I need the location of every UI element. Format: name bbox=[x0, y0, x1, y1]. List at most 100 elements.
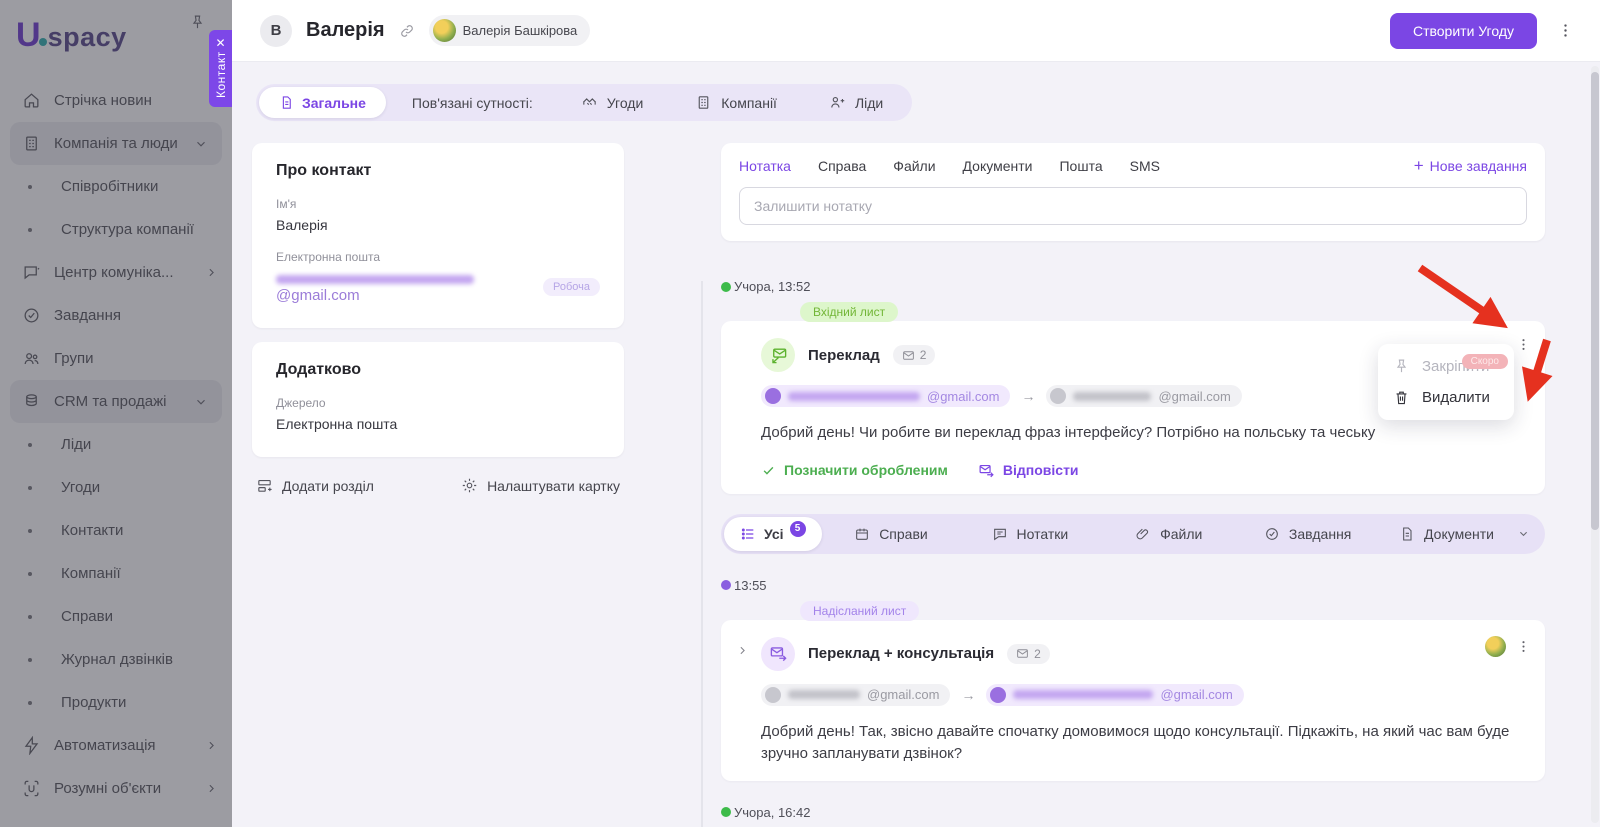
soon-badge: Скоро bbox=[1461, 354, 1508, 369]
filter-activities[interactable]: Справи bbox=[822, 526, 961, 542]
card-title: Про контакт bbox=[276, 162, 372, 179]
page-title: Валерія bbox=[306, 19, 385, 41]
mail-count-chip: 2 bbox=[1007, 643, 1050, 664]
composer-tab-mail[interactable]: Пошта bbox=[1059, 158, 1102, 174]
timeline-entry-time: Учора, 13:52 bbox=[721, 279, 1545, 294]
mail-count-chip: 2 bbox=[892, 345, 936, 365]
source-field-label: Джерело bbox=[276, 396, 326, 410]
check-circle-icon bbox=[1264, 526, 1280, 542]
sidebar: Uspacy Стрічка новин Компанія та люди Сп… bbox=[0, 0, 232, 827]
sender-email-chip[interactable]: @gmail.com bbox=[761, 385, 1011, 407]
incoming-mail-icon bbox=[761, 338, 795, 372]
arrow-right-icon: → bbox=[1021, 388, 1036, 404]
tab-general[interactable]: Загальне bbox=[259, 87, 386, 118]
email-body-preview[interactable]: Добрий день! Чи робите ви переклад фраз … bbox=[761, 422, 1523, 445]
contact-panel-tab[interactable]: ✕ Контакт bbox=[209, 30, 232, 107]
note-input[interactable] bbox=[739, 187, 1527, 225]
recipient-email-chip[interactable]: @gmail.com bbox=[1046, 385, 1242, 407]
timeline-dot-incoming bbox=[721, 807, 731, 817]
about-contact-card: Про контакт Ім'я Валерія Електронна пошт… bbox=[252, 143, 624, 328]
lead-icon bbox=[829, 94, 846, 111]
entry-context-menu: Закріпити Скоро Видалити bbox=[1378, 344, 1514, 420]
timeline-dot-incoming bbox=[721, 281, 731, 292]
email-subject[interactable]: Переклад + консультація bbox=[808, 645, 994, 662]
composer-tab-documents[interactable]: Документи bbox=[963, 158, 1033, 174]
pin-icon bbox=[1393, 358, 1410, 375]
sender-email-chip[interactable]: @gmail.com bbox=[761, 683, 951, 706]
composer-tab-files[interactable]: Файли bbox=[893, 158, 935, 174]
timeline-rail bbox=[701, 281, 703, 827]
recipient-email-chip[interactable]: @gmail.com bbox=[986, 683, 1244, 706]
contact-content: Загальне Пов'язані сутності: Угоди Компа… bbox=[232, 62, 1600, 827]
activity-composer: Нотатка Справа Файли Документи Пошта SMS… bbox=[721, 143, 1545, 241]
email-field-label: Електронна пошта bbox=[276, 250, 381, 264]
timeline-column: Нотатка Справа Файли Документи Пошта SMS… bbox=[697, 143, 1545, 827]
composer-tab-activity[interactable]: Справа bbox=[818, 158, 866, 174]
name-field-value[interactable]: Валерія bbox=[276, 217, 600, 233]
expand-chevron-icon[interactable] bbox=[736, 644, 749, 657]
owner-avatar bbox=[432, 19, 456, 42]
gear-icon bbox=[461, 477, 478, 494]
scrollbar-thumb[interactable] bbox=[1591, 72, 1599, 530]
author-avatar bbox=[1485, 635, 1506, 657]
check-icon bbox=[763, 466, 774, 474]
redacted-email bbox=[276, 274, 474, 284]
mail-icon bbox=[1017, 649, 1028, 658]
doc-icon bbox=[282, 96, 291, 109]
owner-chip[interactable]: Валерія Башкірова bbox=[428, 15, 591, 46]
entry-kebab-icon[interactable] bbox=[1516, 337, 1531, 352]
panel-tab-label: Контакт bbox=[213, 51, 228, 99]
email-field-row[interactable]: @gmail.com Робоча bbox=[276, 270, 600, 304]
add-section-button[interactable]: Додати розділ bbox=[256, 477, 374, 494]
context-menu-delete[interactable]: Видалити bbox=[1378, 382, 1514, 413]
building-icon bbox=[695, 94, 712, 111]
timeline-filter-bar: Усі 5 Справи Нотатки Файли Завдання Докум… bbox=[721, 513, 1545, 554]
calendar-icon bbox=[854, 526, 870, 542]
contact-info-column: Про контакт Ім'я Валерія Електронна пошт… bbox=[252, 143, 624, 827]
mark-processed-button[interactable]: Позначити обробленим bbox=[761, 462, 948, 478]
filter-tasks[interactable]: Завдання bbox=[1238, 526, 1377, 542]
header-kebab-icon[interactable] bbox=[1557, 22, 1574, 39]
composer-tab-sms[interactable]: SMS bbox=[1130, 158, 1160, 174]
filter-notes[interactable]: Нотатки bbox=[960, 526, 1099, 542]
filter-documents[interactable]: Документи bbox=[1377, 526, 1516, 542]
source-field-value[interactable]: Електронна пошта bbox=[276, 416, 600, 432]
app-window: Uspacy Стрічка новин Компанія та люди Сп… bbox=[0, 0, 1600, 827]
contact-avatar: В bbox=[260, 14, 292, 47]
chevron-down-icon[interactable] bbox=[1516, 526, 1531, 541]
additional-card: Додатково Джерело Електронна пошта bbox=[252, 342, 624, 457]
timeline-dot-outgoing bbox=[721, 580, 731, 590]
entry-type-badge: Надісланий лист bbox=[800, 600, 920, 621]
tab-leads[interactable]: Ліди bbox=[803, 94, 909, 111]
trash-icon bbox=[1393, 389, 1410, 406]
deal-icon bbox=[581, 94, 598, 111]
filter-files[interactable]: Файли bbox=[1099, 526, 1238, 542]
tab-deals[interactable]: Угоди bbox=[555, 94, 670, 111]
contact-header: В Валерія Валерія Башкірова Створити Уго… bbox=[232, 0, 1600, 62]
mail-icon bbox=[902, 350, 914, 360]
copy-link-icon[interactable] bbox=[399, 23, 415, 39]
list-icon bbox=[740, 526, 756, 542]
close-icon[interactable]: ✕ bbox=[215, 37, 225, 49]
paperclip-icon bbox=[1135, 526, 1151, 542]
redacted-email bbox=[788, 391, 920, 401]
timeline-entry-time: Учора, 16:42 bbox=[721, 805, 1545, 820]
tab-companies[interactable]: Компанії bbox=[669, 94, 803, 111]
configure-card-button[interactable]: Налаштувати картку bbox=[461, 477, 620, 494]
reply-button[interactable]: Відповісти bbox=[978, 462, 1079, 479]
email-subject[interactable]: Переклад bbox=[808, 347, 880, 364]
context-menu-pin[interactable]: Закріпити Скоро bbox=[1378, 351, 1514, 382]
filter-all[interactable]: Усі 5 bbox=[724, 516, 822, 551]
sender-avatar bbox=[765, 388, 781, 404]
email-body-preview[interactable]: Добрий день! Так, звісно давайте спочатк… bbox=[761, 721, 1523, 766]
comment-icon bbox=[992, 526, 1008, 542]
card-title: Додатково bbox=[276, 361, 362, 378]
redacted-email bbox=[1073, 391, 1152, 401]
entry-kebab-icon[interactable] bbox=[1516, 639, 1531, 654]
create-deal-button[interactable]: Створити Угоду bbox=[1389, 12, 1537, 49]
related-entities-label: Пов'язані сутності: bbox=[411, 94, 533, 111]
add-section-icon bbox=[256, 477, 273, 494]
plus-icon: + bbox=[1413, 156, 1424, 175]
new-task-button[interactable]: + Нове завдання bbox=[1413, 156, 1527, 175]
composer-tab-note[interactable]: Нотатка bbox=[739, 158, 791, 174]
